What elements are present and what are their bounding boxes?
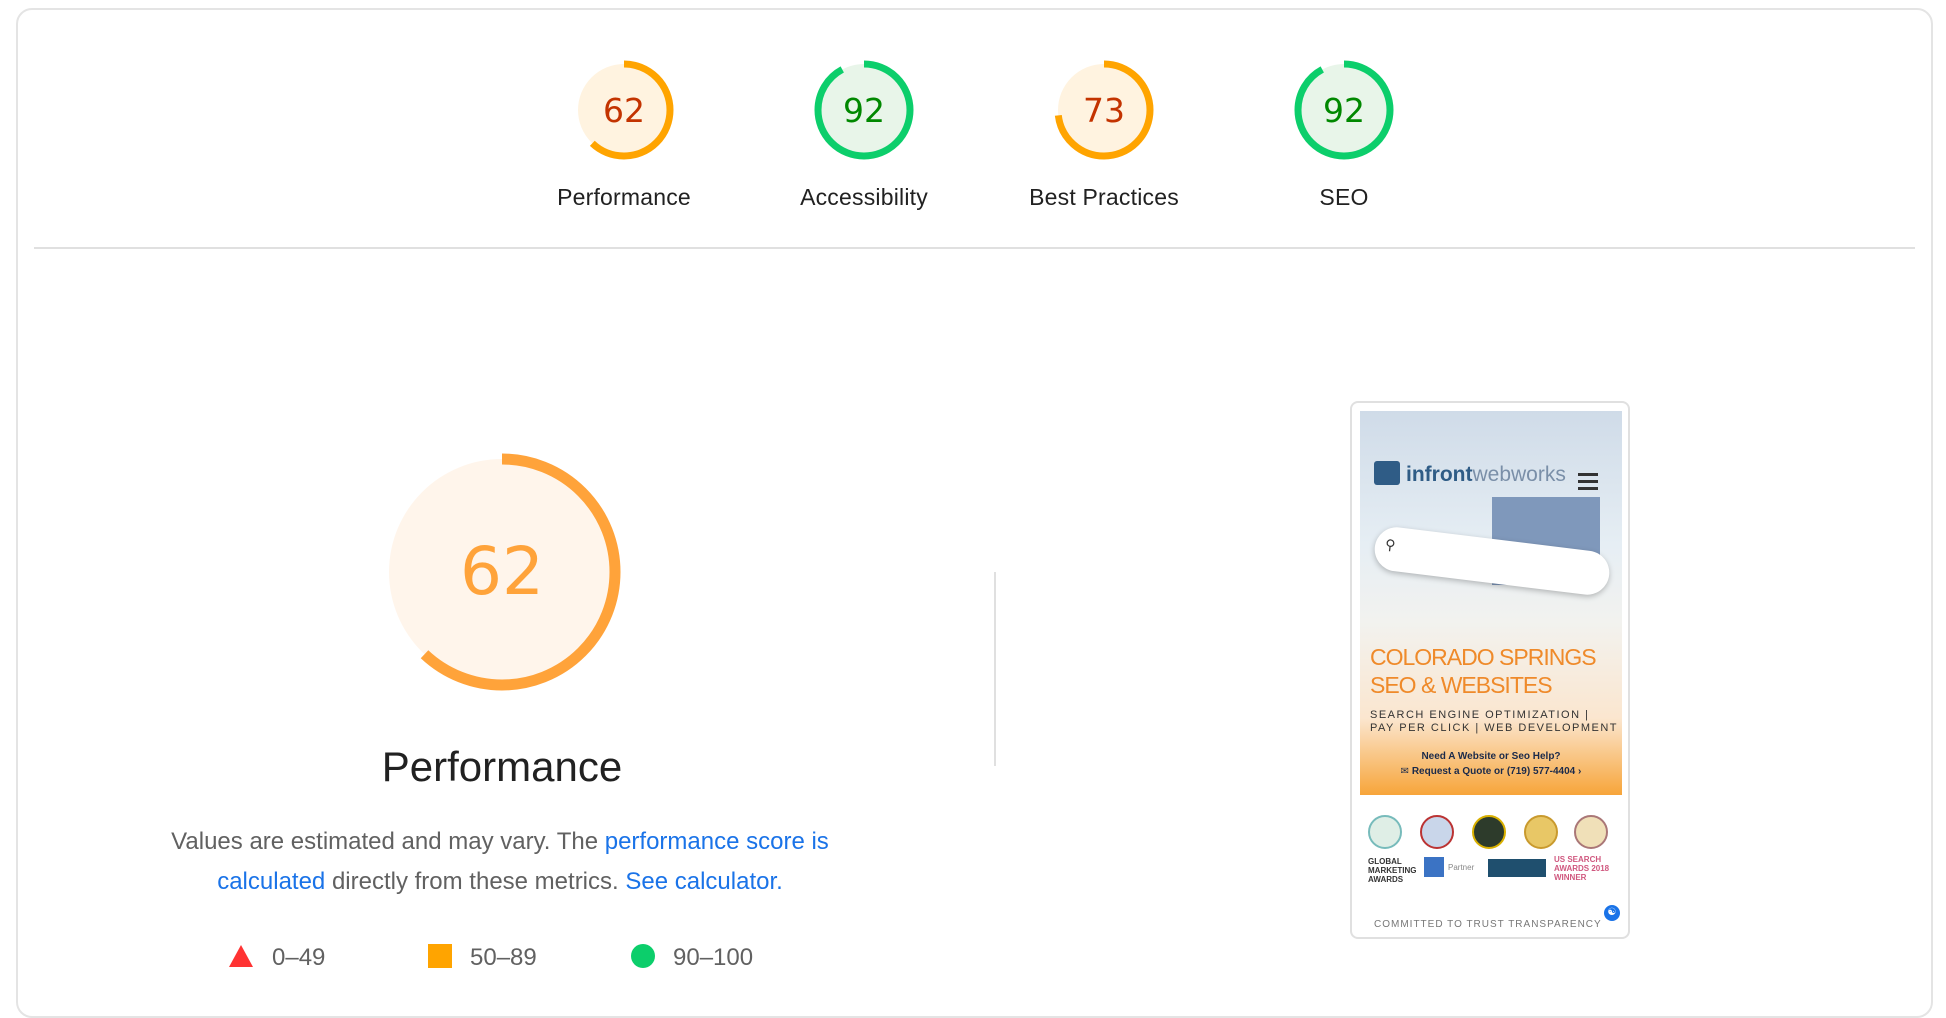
legend-pass: 90–100 — [631, 944, 753, 972]
gauge-performance[interactable]: 62 Performance — [524, 58, 724, 211]
legend-pass-label: 90–100 — [673, 944, 754, 971]
sub-line-2: PAY PER CLICK | WEB DEVELOPMENT — [1370, 722, 1619, 734]
screenshot-headline: COLORADO SPRINGS SEO & WEBSITES — [1370, 643, 1597, 699]
gauge-seo-score: 92 — [1323, 91, 1365, 130]
bbb-badge-icon — [1488, 859, 1546, 877]
search-icon: ⚲ — [1384, 535, 1397, 554]
logo-rest: webworks — [1472, 463, 1566, 486]
gauge-best-practices[interactable]: 73 Best Practices — [1004, 58, 1204, 211]
badge-1-icon — [1368, 815, 1402, 849]
screenshot-footer-text: COMMITTED TO TRUST TRANSPARENCY — [1374, 919, 1602, 930]
performance-big-gauge: 62 — [383, 453, 621, 691]
screenshot-logo: infrontwebworks — [1374, 461, 1566, 487]
gauge-performance-ring: 62 — [574, 60, 674, 160]
logo-mark-icon — [1374, 461, 1400, 485]
gauge-accessibility-score: 92 — [843, 91, 885, 130]
badge-partner: Partner — [1448, 863, 1475, 872]
accessibility-icon: ☯ — [1604, 905, 1620, 921]
legend-fail-label: 0–49 — [272, 944, 326, 971]
legend-average-label: 50–89 — [470, 944, 537, 971]
vertical-divider — [994, 572, 996, 766]
gauge-performance-label: Performance — [557, 184, 691, 210]
performance-description: Values are estimated and may vary. The p… — [130, 822, 870, 902]
legend-fail: 0–49 — [228, 944, 325, 972]
gauge-seo-ring: 92 — [1294, 60, 1394, 160]
gauge-seo[interactable]: 92 SEO — [1244, 58, 1444, 211]
gauge-seo-label: SEO — [1319, 184, 1369, 210]
screenshot-cta: Need A Website or Seo Help? ✉ Request a … — [1360, 749, 1622, 779]
badge-us-search: US SEARCH AWARDS 2018 WINNER — [1554, 855, 1610, 882]
legend-average: 50–89 — [428, 944, 537, 972]
report-card: 62 Performance 92 Accessibility 73 Best … — [16, 8, 1933, 1018]
page-screenshot: infrontwebworks ⚲ COLORADO SPRINGS SEO &… — [1360, 411, 1622, 931]
logo-brand: infront — [1406, 463, 1473, 486]
performance-big-score: 62 — [460, 533, 544, 610]
headline-line-1: COLORADO SPRINGS — [1370, 644, 1597, 670]
badge-4-icon — [1524, 815, 1558, 849]
badge-5-icon — [1574, 815, 1608, 849]
cta-line-1: Need A Website or Seo Help? — [1421, 751, 1561, 762]
cta-line-2: ✉ Request a Quote or (719) 577-4404 › — [1400, 766, 1582, 777]
headline-line-2: SEO & WEBSITES — [1370, 672, 1553, 698]
hamburger-menu-icon — [1578, 473, 1598, 494]
desc-text-2: directly from these metrics. — [325, 868, 626, 895]
gauge-performance-score: 62 — [603, 91, 645, 130]
performance-title: Performance — [381, 743, 623, 790]
performance-score-section: 62 Performance — [362, 447, 642, 791]
final-screenshot-thumbnail[interactable]: infrontwebworks ⚲ COLORADO SPRINGS SEO &… — [1350, 401, 1630, 939]
desc-text-1: Values are estimated and may vary. The — [171, 828, 605, 855]
sub-line-1: SEARCH ENGINE OPTIMIZATION | — [1370, 709, 1590, 721]
gauge-best-practices-score: 73 — [1083, 91, 1125, 130]
gauge-accessibility-ring: 92 — [814, 60, 914, 160]
screenshot-subheadline: SEARCH ENGINE OPTIMIZATION | PAY PER CLI… — [1370, 709, 1618, 735]
square-icon — [428, 944, 452, 968]
gauge-best-practices-ring: 73 — [1054, 60, 1154, 160]
badge-3-icon — [1472, 815, 1506, 849]
triangle-icon — [229, 945, 253, 967]
category-gauges: 62 Performance 92 Accessibility 73 Best … — [18, 58, 1931, 238]
section-divider — [34, 247, 1915, 249]
gauge-best-practices-label: Best Practices — [1029, 184, 1179, 210]
see-calculator-link[interactable]: See calculator. — [625, 868, 782, 895]
badge-global-marketing: GLOBAL MARKETING AWARDS — [1368, 857, 1417, 884]
badge-2-icon — [1420, 815, 1454, 849]
gauge-accessibility[interactable]: 92 Accessibility — [764, 58, 964, 211]
gauge-accessibility-label: Accessibility — [800, 184, 928, 210]
circle-icon — [631, 944, 655, 968]
google-partner-icon — [1424, 857, 1444, 877]
